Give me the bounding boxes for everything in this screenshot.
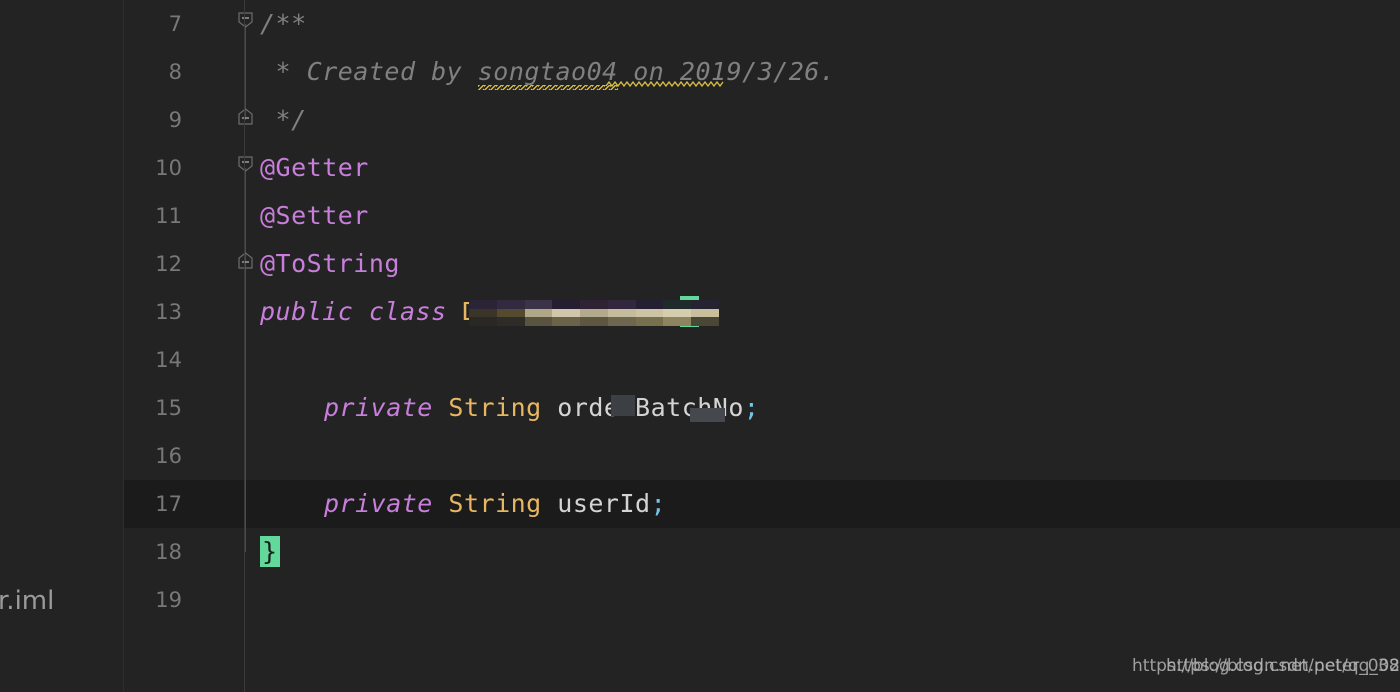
code-line-text: /** bbox=[260, 0, 307, 48]
fold-column[interactable] bbox=[232, 288, 260, 336]
editor-line-row[interactable]: 16 bbox=[124, 432, 1400, 480]
fold-column[interactable] bbox=[232, 480, 260, 528]
class-name-token: DetachRequest bbox=[462, 297, 665, 326]
code-editor[interactable]: 7 /** 8 * Created by songtao04 on 2019/3… bbox=[124, 0, 1400, 692]
editor-line-row[interactable]: 12 @ToString bbox=[124, 240, 1400, 288]
line-number: 13 bbox=[155, 300, 182, 324]
fold-connector-line bbox=[245, 480, 246, 528]
code-line-text: * Created by songtao04 on 2019/3/26. bbox=[260, 48, 835, 96]
type-token: String bbox=[448, 489, 558, 518]
editor-line-row[interactable]: 15 private String orderBatchNo; bbox=[124, 384, 1400, 432]
line-number: 19 bbox=[155, 588, 182, 612]
line-number: 17 bbox=[155, 492, 182, 516]
line-number: 7 bbox=[168, 12, 182, 36]
editor-line-row[interactable]: 19 bbox=[124, 576, 1400, 624]
editor-line-row[interactable]: 14 bbox=[124, 336, 1400, 384]
line-number: 15 bbox=[155, 396, 182, 420]
project-tool-window[interactable]: er.iml bbox=[0, 0, 124, 692]
redaction-block-field-2 bbox=[690, 408, 725, 422]
code-line-text: @Getter bbox=[260, 144, 369, 192]
fold-start-icon[interactable] bbox=[237, 12, 254, 29]
fold-connector-line bbox=[245, 528, 246, 552]
fold-end-icon[interactable] bbox=[237, 252, 254, 269]
line-number: 11 bbox=[155, 204, 182, 228]
code-line-text: */ bbox=[260, 96, 307, 144]
annotation-token: @Setter bbox=[260, 201, 369, 230]
line-number: 16 bbox=[155, 444, 182, 468]
fold-connector-line bbox=[245, 288, 246, 336]
editor-line-row[interactable]: 7 /** bbox=[124, 0, 1400, 48]
keyword-token: private bbox=[324, 393, 449, 422]
fold-connector-line bbox=[245, 336, 246, 384]
editor-line-row[interactable]: 10 @Getter bbox=[124, 144, 1400, 192]
watermark: https://blog.csdn.net/peter_002 https://… bbox=[1132, 656, 1400, 684]
matching-brace-close: } bbox=[260, 536, 280, 567]
fold-column[interactable] bbox=[232, 0, 260, 48]
fold-connector-line bbox=[245, 384, 246, 432]
fold-column[interactable] bbox=[232, 192, 260, 240]
keyword-token: private bbox=[324, 489, 449, 518]
punctuation-token: ; bbox=[743, 393, 760, 422]
redaction-block-field-1 bbox=[611, 395, 635, 416]
fold-column[interactable] bbox=[232, 384, 260, 432]
annotation-token: @ToString bbox=[260, 249, 400, 278]
fold-connector-line bbox=[245, 192, 246, 240]
ide-window: er.iml 7 /** 8 * Cre bbox=[0, 0, 1400, 692]
code-line-text: public class DetachRequest { bbox=[260, 288, 700, 336]
code-line-text: } bbox=[260, 528, 280, 576]
line-number: 18 bbox=[155, 540, 182, 564]
matching-brace-open: { bbox=[679, 296, 700, 327]
project-file-item[interactable]: er.iml bbox=[0, 586, 54, 616]
fold-column[interactable] bbox=[232, 96, 260, 144]
typo-token: songtao04 bbox=[478, 48, 618, 96]
comment-token: */ bbox=[260, 105, 307, 134]
editor-line-row[interactable]: 18 } bbox=[124, 528, 1400, 576]
comment-token: /** bbox=[260, 9, 307, 38]
code-line-text: @Setter bbox=[260, 192, 369, 240]
fold-column[interactable] bbox=[232, 240, 260, 288]
annotation-token: @Getter bbox=[260, 153, 369, 182]
typo-squiggle-icon bbox=[606, 80, 724, 88]
fold-connector-line bbox=[245, 432, 246, 480]
editor-line-row[interactable]: 9 */ bbox=[124, 96, 1400, 144]
fold-column[interactable] bbox=[232, 144, 260, 192]
fold-start-icon[interactable] bbox=[237, 156, 254, 173]
gutter-separator bbox=[244, 0, 245, 692]
line-number: 10 bbox=[155, 156, 182, 180]
line-number: 9 bbox=[168, 108, 182, 132]
fold-column[interactable] bbox=[232, 432, 260, 480]
keyword-token: public class bbox=[260, 297, 463, 326]
line-number: 12 bbox=[155, 252, 182, 276]
field-name-token: userId bbox=[557, 489, 651, 518]
fold-column[interactable] bbox=[232, 336, 260, 384]
comment-token: * Created by bbox=[260, 57, 478, 86]
editor-line-row[interactable]: 8 * Created by songtao04 on 2019/3/26. bbox=[124, 48, 1400, 96]
editor-line-row[interactable]: 13 public class DetachRequest { bbox=[124, 288, 1400, 336]
fold-column[interactable] bbox=[232, 528, 260, 576]
fold-connector-line bbox=[245, 48, 246, 96]
editor-line-row[interactable]: 11 @Setter bbox=[124, 192, 1400, 240]
fold-column[interactable] bbox=[232, 48, 260, 96]
watermark-line-2: https://blog.csdn.net/qq_38881002 bbox=[1166, 656, 1400, 676]
line-number: 14 bbox=[155, 348, 182, 372]
code-line-text: private String userId; bbox=[324, 480, 666, 528]
code-line-text: @ToString bbox=[260, 240, 400, 288]
type-token: String bbox=[448, 393, 558, 422]
editor-line-row-current[interactable]: 17 private String userId; bbox=[124, 480, 1400, 528]
line-number: 8 bbox=[168, 60, 182, 84]
punctuation-token: ; bbox=[650, 489, 667, 518]
fold-column[interactable] bbox=[232, 576, 260, 624]
fold-end-icon[interactable] bbox=[237, 108, 254, 125]
